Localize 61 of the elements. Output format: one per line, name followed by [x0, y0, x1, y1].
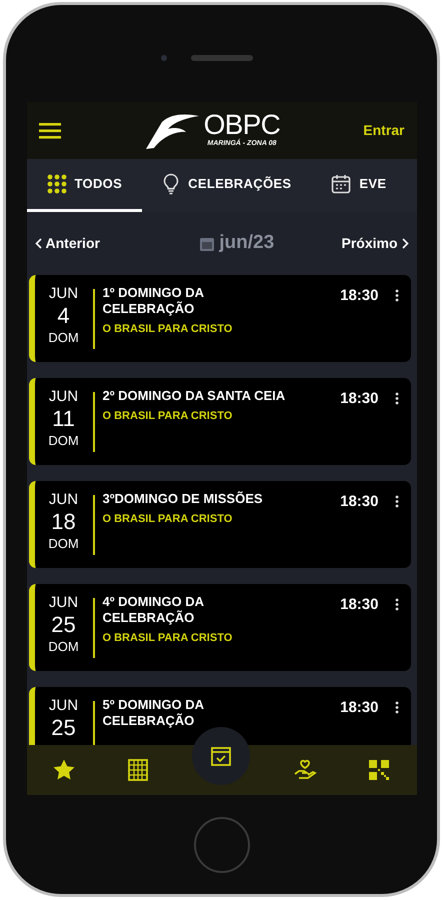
chevron-left-icon [34, 238, 42, 249]
menu-icon[interactable] [38, 122, 60, 138]
grid-icon [46, 174, 66, 194]
event-month: JUN [48, 594, 78, 612]
event-time: 18:30 [340, 286, 378, 306]
event-day: 11 [52, 406, 75, 432]
event-title: 4º DOMINGO DA CELEBRAÇÃO [102, 594, 205, 626]
more-icon[interactable] [394, 392, 398, 405]
event-card[interactable]: JUN 25 5º DOMINGO DA CELEBRAÇÃO 18:30 [28, 687, 410, 745]
category-tab[interactable]: TODOS [26, 159, 142, 212]
calendar-check-icon [210, 745, 232, 767]
current-month: jun/23 [219, 231, 274, 256]
more-icon[interactable] [394, 598, 398, 611]
event-weekday: DOM [48, 535, 79, 553]
speaker-grille [190, 54, 252, 60]
event-title: 5º DOMINGO DA CELEBRAÇÃO [102, 697, 205, 729]
qr-code-icon [368, 759, 390, 781]
camera-icon [160, 54, 166, 60]
event-organizer: O BRASIL PARA CRISTO [102, 409, 234, 424]
event-card[interactable]: JUN 4 DOM 1º DOMINGO DA CELEBRAÇÃO O BRASIL PARA CRISTO 18:30 [28, 275, 410, 362]
category-tab[interactable]: CELEBRAÇÕES [142, 159, 312, 212]
star-icon [52, 758, 76, 782]
previous-button[interactable]: Anterior [34, 233, 100, 254]
hand-heart-icon [292, 758, 317, 782]
more-icon[interactable] [394, 289, 398, 302]
event-organizer: O BRASIL PARA CRISTO [102, 631, 234, 646]
event-organizer: O BRASIL PARA CRISTO [102, 322, 234, 337]
chevron-right-icon [402, 238, 408, 249]
calendar-icon [199, 236, 216, 252]
event-organizer: O BRASIL PARA CRISTO [102, 512, 234, 527]
event-time: 18:30 [340, 492, 378, 512]
brand-name: OBPC [204, 111, 280, 140]
event-month: JUN [48, 388, 78, 406]
event-month: JUN [48, 697, 78, 715]
next-button[interactable]: Próximo [341, 233, 408, 254]
more-icon[interactable] [394, 701, 398, 714]
event-time: 18:30 [340, 595, 378, 615]
book-icon [127, 758, 150, 782]
event-card[interactable]: JUN 11 DOM 2º DOMINGO DA SANTA CEIA O BRASIL PARA CRISTO 18:30 [28, 378, 410, 465]
more-icon[interactable] [394, 495, 398, 508]
event-title: 1º DOMINGO DA CELEBRAÇÃO [102, 285, 205, 317]
event-weekday: DOM [48, 432, 79, 450]
event-month: JUN [48, 491, 78, 509]
event-time: 18:30 [340, 698, 378, 718]
event-day: 25 [51, 612, 76, 638]
event-card[interactable]: JUN 25 DOM 4º DOMINGO DA CELEBRAÇÃO O BRASIL PARA CRISTO 18:30 [28, 584, 410, 671]
event-time: 18:30 [340, 389, 378, 409]
event-weekday: DOM [48, 329, 79, 347]
event-day: 25 [51, 715, 76, 741]
event-day: 18 [51, 509, 76, 535]
calendar-icon [331, 174, 352, 194]
event-weekday: DOM [48, 638, 79, 656]
logo-icon [144, 112, 200, 150]
category-tab[interactable]: EVE [311, 159, 406, 212]
event-month: JUN [48, 285, 78, 303]
login-link[interactable]: Entrar [363, 120, 404, 141]
event-title: 3ºDOMINGO DE MISSÕES [102, 491, 264, 507]
event-title: 2º DOMINGO DA SANTA CEIA [102, 388, 286, 404]
lightbulb-icon [162, 173, 180, 195]
event-card[interactable]: JUN 18 DOM 3ºDOMINGO DE MISSÕES O BRASIL PARA CRISTO 18:30 [28, 481, 410, 568]
event-day: 4 [57, 303, 70, 329]
